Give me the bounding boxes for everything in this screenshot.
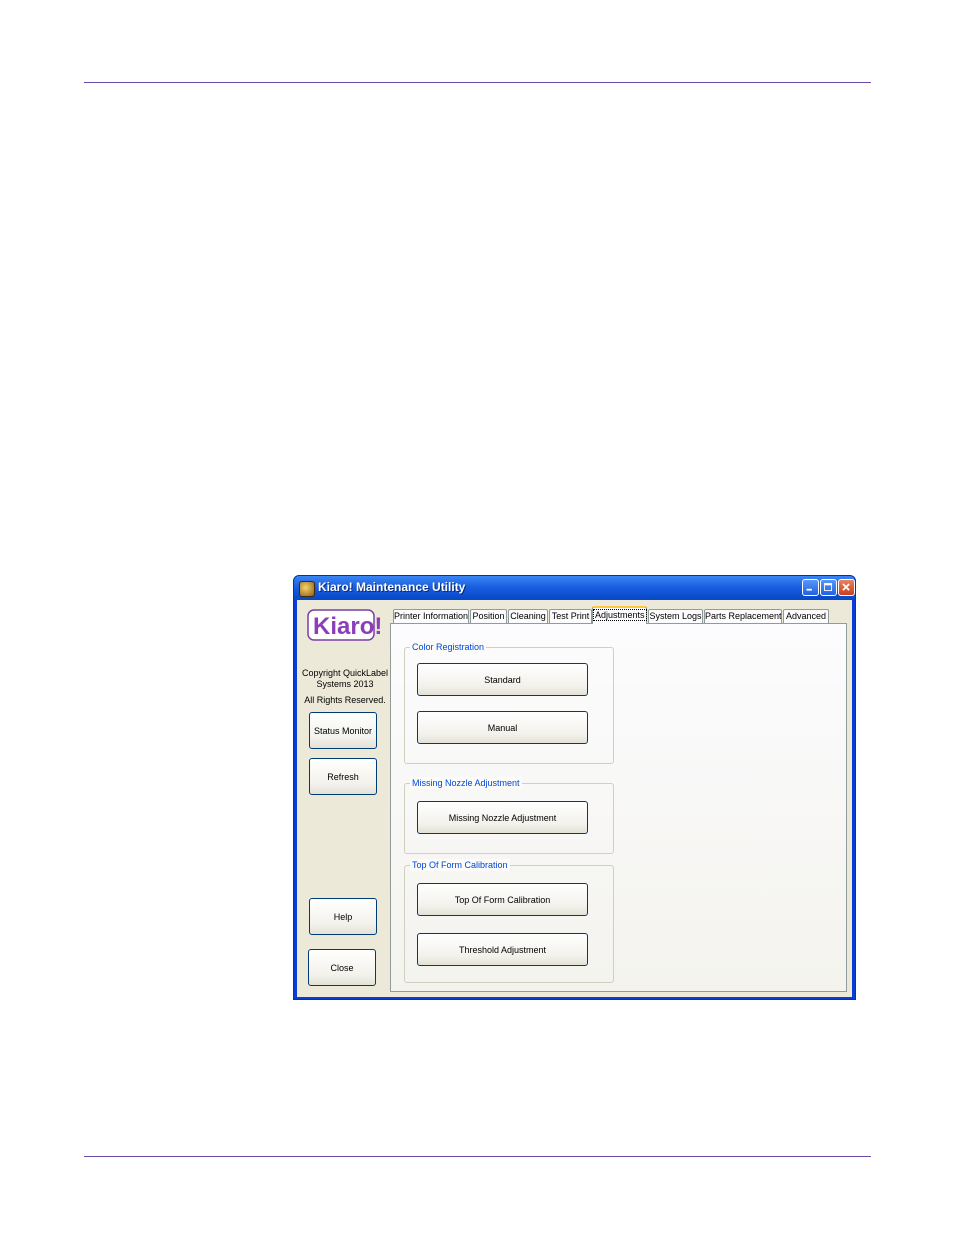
missing-nozzle-title: Missing Nozzle Adjustment xyxy=(410,777,522,789)
missing-nozzle-group: Missing Nozzle Adjustment Missing Nozzle… xyxy=(404,777,614,854)
tab-position[interactable]: Position xyxy=(470,609,507,623)
kiaro-logo: Kiaro! xyxy=(307,609,381,641)
window-title: Kiaro! Maintenance Utility xyxy=(318,580,466,594)
close-button[interactable]: Close xyxy=(308,949,376,986)
color-registration-title: Color Registration xyxy=(410,641,487,653)
top-of-form-group: Top Of Form Calibration Top Of Form Cali… xyxy=(404,859,614,983)
threshold-adjustment-button[interactable]: Threshold Adjustment xyxy=(417,933,588,966)
close-icon xyxy=(842,583,850,591)
tab-printer-information[interactable]: Printer Information xyxy=(393,609,469,623)
tab-advanced[interactable]: Advanced xyxy=(783,609,829,623)
window-client-area: Kiaro! Copyright QuickLabel Systems 2013… xyxy=(297,600,852,997)
adjustments-panel: Color Registration Standard Manual Missi… xyxy=(390,623,847,992)
maintenance-window: Kiaro! Maintenance Utility Kiaro! Copyri… xyxy=(293,575,856,1000)
tab-system-logs[interactable]: System Logs xyxy=(648,609,703,623)
manual-button[interactable]: Manual xyxy=(417,711,588,744)
standard-button[interactable]: Standard xyxy=(417,663,588,696)
maximize-icon xyxy=(824,583,833,592)
copyright-line-3: All Rights Reserved. xyxy=(304,695,386,705)
tab-test-print[interactable]: Test Print xyxy=(549,609,592,623)
tab-cleaning[interactable]: Cleaning xyxy=(508,609,548,623)
title-bar[interactable]: Kiaro! Maintenance Utility xyxy=(294,576,855,600)
status-monitor-button[interactable]: Status Monitor xyxy=(309,712,377,749)
refresh-button[interactable]: Refresh xyxy=(309,758,377,795)
footer-rule xyxy=(84,1156,871,1157)
close-window-button[interactable] xyxy=(838,579,855,596)
help-button[interactable]: Help xyxy=(309,898,377,935)
minimize-button[interactable] xyxy=(802,579,819,596)
tab-adjustments[interactable]: Adjustments xyxy=(592,606,647,624)
tab-adjustments-label: Adjustments xyxy=(593,609,647,621)
top-of-form-calibration-button[interactable]: Top Of Form Calibration xyxy=(417,883,588,916)
copyright-notice: Copyright QuickLabel Systems 2013 All Ri… xyxy=(299,668,391,706)
top-of-form-title: Top Of Form Calibration xyxy=(410,859,510,871)
color-registration-group: Color Registration Standard Manual xyxy=(404,641,614,764)
header-rule xyxy=(84,82,871,83)
minimize-icon xyxy=(806,588,812,591)
copyright-line-1: Copyright QuickLabel xyxy=(301,668,389,678)
missing-nozzle-adjustment-button[interactable]: Missing Nozzle Adjustment xyxy=(417,801,588,834)
copyright-line-2: Systems 2013 xyxy=(316,679,374,689)
tab-parts-replacement[interactable]: Parts Replacement xyxy=(704,609,782,623)
maximize-button[interactable] xyxy=(820,579,837,596)
app-icon xyxy=(299,581,315,597)
